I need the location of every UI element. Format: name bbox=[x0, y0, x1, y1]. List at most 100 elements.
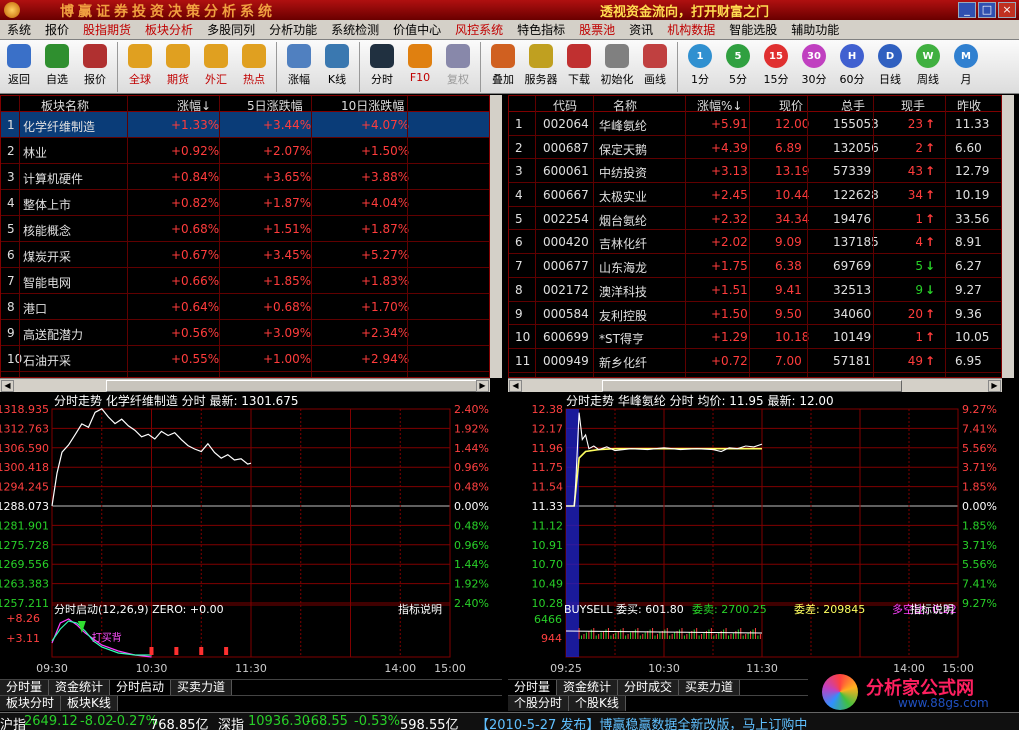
x-axis-label: 11:30 bbox=[235, 662, 267, 675]
tab-1[interactable]: 资金统计 bbox=[557, 680, 619, 695]
table-row[interactable]: 1 化学纤维制造 +1.33% +3.44% +4.07% bbox=[1, 112, 489, 138]
table-row[interactable]: 2 林业 +0.92% +2.07% +1.50% bbox=[1, 138, 489, 164]
table-row[interactable]: 9 高送配潜力 +0.56% +3.09% +2.34% bbox=[1, 320, 489, 346]
menu-item-1[interactable]: 报价 bbox=[38, 20, 76, 40]
sector-vscroll[interactable] bbox=[490, 95, 502, 378]
table-row[interactable]: 4 600667 太极实业 +2.45 10.44 122628 34 ↑ 10.19 bbox=[509, 183, 1001, 207]
close-button[interactable]: × bbox=[998, 2, 1016, 18]
menu-item-2[interactable]: 股指期货 bbox=[76, 20, 138, 40]
tab-0[interactable]: 分时量 bbox=[508, 680, 558, 695]
table-row[interactable]: 7 智能电网 +0.66% +1.85% +1.83% bbox=[1, 268, 489, 294]
menu-item-8[interactable]: 风控系统 bbox=[448, 20, 510, 40]
y-axis-pct-label: 1.92% bbox=[454, 422, 489, 435]
toolbar-button-19[interactable]: 初始化 bbox=[598, 40, 636, 94]
scroll-left-arrow-icon[interactable]: ◀ bbox=[509, 380, 522, 392]
indicator-help-link[interactable]: 指标说明 bbox=[398, 602, 442, 616]
tab-0[interactable]: 板块分时 bbox=[0, 696, 62, 711]
table-row[interactable]: 1 002064 华峰氨纶 +5.91 12.00 155053 23 ↑ 11.33 bbox=[509, 112, 1001, 136]
toolbar-button-14[interactable]: 复权 bbox=[439, 40, 477, 94]
tab-0[interactable]: 个股分时 bbox=[508, 696, 570, 711]
menu-item-0[interactable]: 系统 bbox=[0, 20, 38, 40]
menu-item-14[interactable]: 辅助功能 bbox=[784, 20, 846, 40]
scroll-right-arrow-icon[interactable]: ▶ bbox=[988, 380, 1001, 392]
menu-item-7[interactable]: 价值中心 bbox=[386, 20, 448, 40]
toolbar-button-27[interactable]: D 日线 bbox=[871, 40, 909, 94]
period-60-icon: H bbox=[840, 44, 864, 68]
stock-change-pct: +2.45 bbox=[711, 188, 748, 203]
tab-2[interactable]: 分时成交 bbox=[618, 680, 680, 695]
toolbar-button-1[interactable]: 自选 bbox=[38, 40, 76, 94]
toolbar-button-9[interactable]: 涨幅 bbox=[280, 40, 318, 94]
toolbar-button-28[interactable]: W 周线 bbox=[909, 40, 947, 94]
toolbar-button-29[interactable]: M月 bbox=[947, 40, 985, 94]
toolbar-button-17[interactable]: 服务器 bbox=[522, 40, 560, 94]
news-ticker[interactable]: 【2010-5-27 发布】博赢稳赢数据全新改版，马上订购中 bbox=[476, 714, 816, 730]
toolbar-button-25[interactable]: 30 30分 bbox=[795, 40, 833, 94]
toolbar-button-10[interactable]: K线 bbox=[318, 40, 356, 94]
toolbar-button-22[interactable]: 1 1分 bbox=[681, 40, 719, 94]
toolbar-button-5[interactable]: 期货 bbox=[159, 40, 197, 94]
toolbar-button-26[interactable]: H 60分 bbox=[833, 40, 871, 94]
stock-intraday-chart[interactable]: 分时走势 华峰氨纶 分时 均价: 11.95 最新: 12.00 12.38 9.2… bbox=[508, 393, 1019, 711]
tab-1[interactable]: 个股K线 bbox=[569, 696, 626, 711]
table-row[interactable]: 11 000949 新乡化纤 +0.72 7.00 57181 49 ↑ 6.95 bbox=[509, 349, 1001, 373]
table-row[interactable]: 8 002172 澳洋科技 +1.51 9.41 32513 9 ↓ 9.27 bbox=[509, 278, 1001, 302]
menu-item-5[interactable]: 分析功能 bbox=[262, 20, 324, 40]
menu-item-10[interactable]: 股票池 bbox=[572, 20, 622, 40]
toolbar-button-13[interactable]: F10 bbox=[401, 40, 439, 94]
toolbar-button-23[interactable]: 5 5分 bbox=[719, 40, 757, 94]
toolbar-button-7[interactable]: 热点 bbox=[235, 40, 273, 94]
sector-intraday-chart[interactable]: 分时走势 化学纤维制造 分时 最新: 1301.675 1318.935 2.40%… bbox=[0, 393, 502, 711]
toolbar-button-12[interactable]: 分时 bbox=[363, 40, 401, 94]
menu-item-13[interactable]: 智能选股 bbox=[722, 20, 784, 40]
toolbar-button-18[interactable]: 下载 bbox=[560, 40, 598, 94]
stock-code: 000420 bbox=[543, 235, 589, 250]
toolbar-button-20[interactable]: 画线 bbox=[636, 40, 674, 94]
table-row[interactable]: 5 核能概念 +0.68% +1.51% +1.87% bbox=[1, 216, 489, 242]
menu-item-9[interactable]: 特色指标 bbox=[510, 20, 572, 40]
table-row[interactable]: 6 000420 吉林化纤 +2.02 9.09 137185 4 ↑ 8.91 bbox=[509, 230, 1001, 255]
menu-item-3[interactable]: 板块分析 bbox=[138, 20, 200, 40]
stock-hscroll[interactable]: ◀ ▶ bbox=[508, 378, 1002, 392]
toolbar-button-16[interactable]: 叠加 bbox=[484, 40, 522, 94]
tab-3[interactable]: 买卖力道 bbox=[679, 680, 741, 695]
tab-1[interactable]: 资金统计 bbox=[49, 680, 111, 695]
toolbar-button-24[interactable]: 15 15分 bbox=[757, 40, 795, 94]
table-row[interactable]: 4 整体上市 +0.82% +1.87% +4.04% bbox=[1, 190, 489, 216]
toolbar-label: 服务器 bbox=[524, 73, 558, 86]
table-row[interactable]: 2 000687 保定天鹅 +4.39 6.89 132056 2 ↑ 6.60 bbox=[509, 136, 1001, 160]
menu-item-12[interactable]: 机构数据 bbox=[660, 20, 722, 40]
table-row[interactable]: 5 002254 烟台氨纶 +2.32 34.34 19476 1 ↑ 33.56 bbox=[509, 207, 1001, 231]
menu-item-11[interactable]: 资讯 bbox=[622, 20, 660, 40]
tab-2[interactable]: 分时启动 bbox=[110, 680, 172, 695]
table-row[interactable]: 8 港口 +0.64% +0.68% +1.70% bbox=[1, 294, 489, 320]
toolbar-button-6[interactable]: 外汇 bbox=[197, 40, 235, 94]
table-row[interactable]: 9 000584 友利控股 +1.50 9.50 34060 20 ↑ 9.36 bbox=[509, 302, 1001, 326]
tab-3[interactable]: 买卖力道 bbox=[171, 680, 233, 695]
stock-vscroll[interactable] bbox=[1002, 95, 1014, 378]
table-row[interactable]: 3 计算机硬件 +0.84% +3.65% +3.88% bbox=[1, 164, 489, 190]
table-row[interactable]: 3 600061 中纺投资 +3.13 13.19 57339 43 ↑ 12.79 bbox=[509, 159, 1001, 184]
scroll-thumb[interactable] bbox=[106, 380, 486, 392]
scroll-right-arrow-icon[interactable]: ▶ bbox=[476, 380, 489, 392]
table-row[interactable]: 10 600699 *ST得亨 +1.29 10.18 10149 1 ↑ 10.05 bbox=[509, 325, 1001, 349]
maximize-button[interactable]: □ bbox=[978, 2, 996, 18]
sector-table: 板块名称 涨幅↓ 5日涨跌幅 10日涨跌幅 1 化学纤维制造 +1.33% +3.44… bbox=[0, 95, 502, 393]
sector-hscroll[interactable]: ◀ ▶ bbox=[0, 378, 490, 392]
table-row[interactable]: 6 煤炭开采 +0.67% +3.45% +5.27% bbox=[1, 242, 489, 268]
scroll-left-arrow-icon[interactable]: ◀ bbox=[1, 380, 14, 392]
minimize-button[interactable]: _ bbox=[958, 2, 976, 18]
sh-index-label: 沪指 bbox=[0, 718, 27, 730]
table-row[interactable]: 7 000677 山东海龙 +1.75 6.38 69769 5 ↓ 6.27 bbox=[509, 254, 1001, 278]
menu-item-6[interactable]: 系统检测 bbox=[324, 20, 386, 40]
menu-item-4[interactable]: 多股同列 bbox=[200, 20, 262, 40]
toolbar-button-0[interactable]: 返回 bbox=[0, 40, 38, 94]
toolbar-button-2[interactable]: 报价 bbox=[76, 40, 114, 94]
tab-0[interactable]: 分时量 bbox=[0, 680, 50, 695]
toolbar-button-4[interactable]: 全球 bbox=[121, 40, 159, 94]
table-row[interactable]: 10 石油开采 +0.55% +1.00% +2.94% bbox=[1, 346, 489, 372]
scroll-thumb[interactable] bbox=[602, 380, 902, 392]
stock-price: 34.34 bbox=[775, 211, 810, 226]
indicator-help-link[interactable]: 指标说明 bbox=[910, 602, 954, 616]
tab-1[interactable]: 板块K线 bbox=[61, 696, 118, 711]
